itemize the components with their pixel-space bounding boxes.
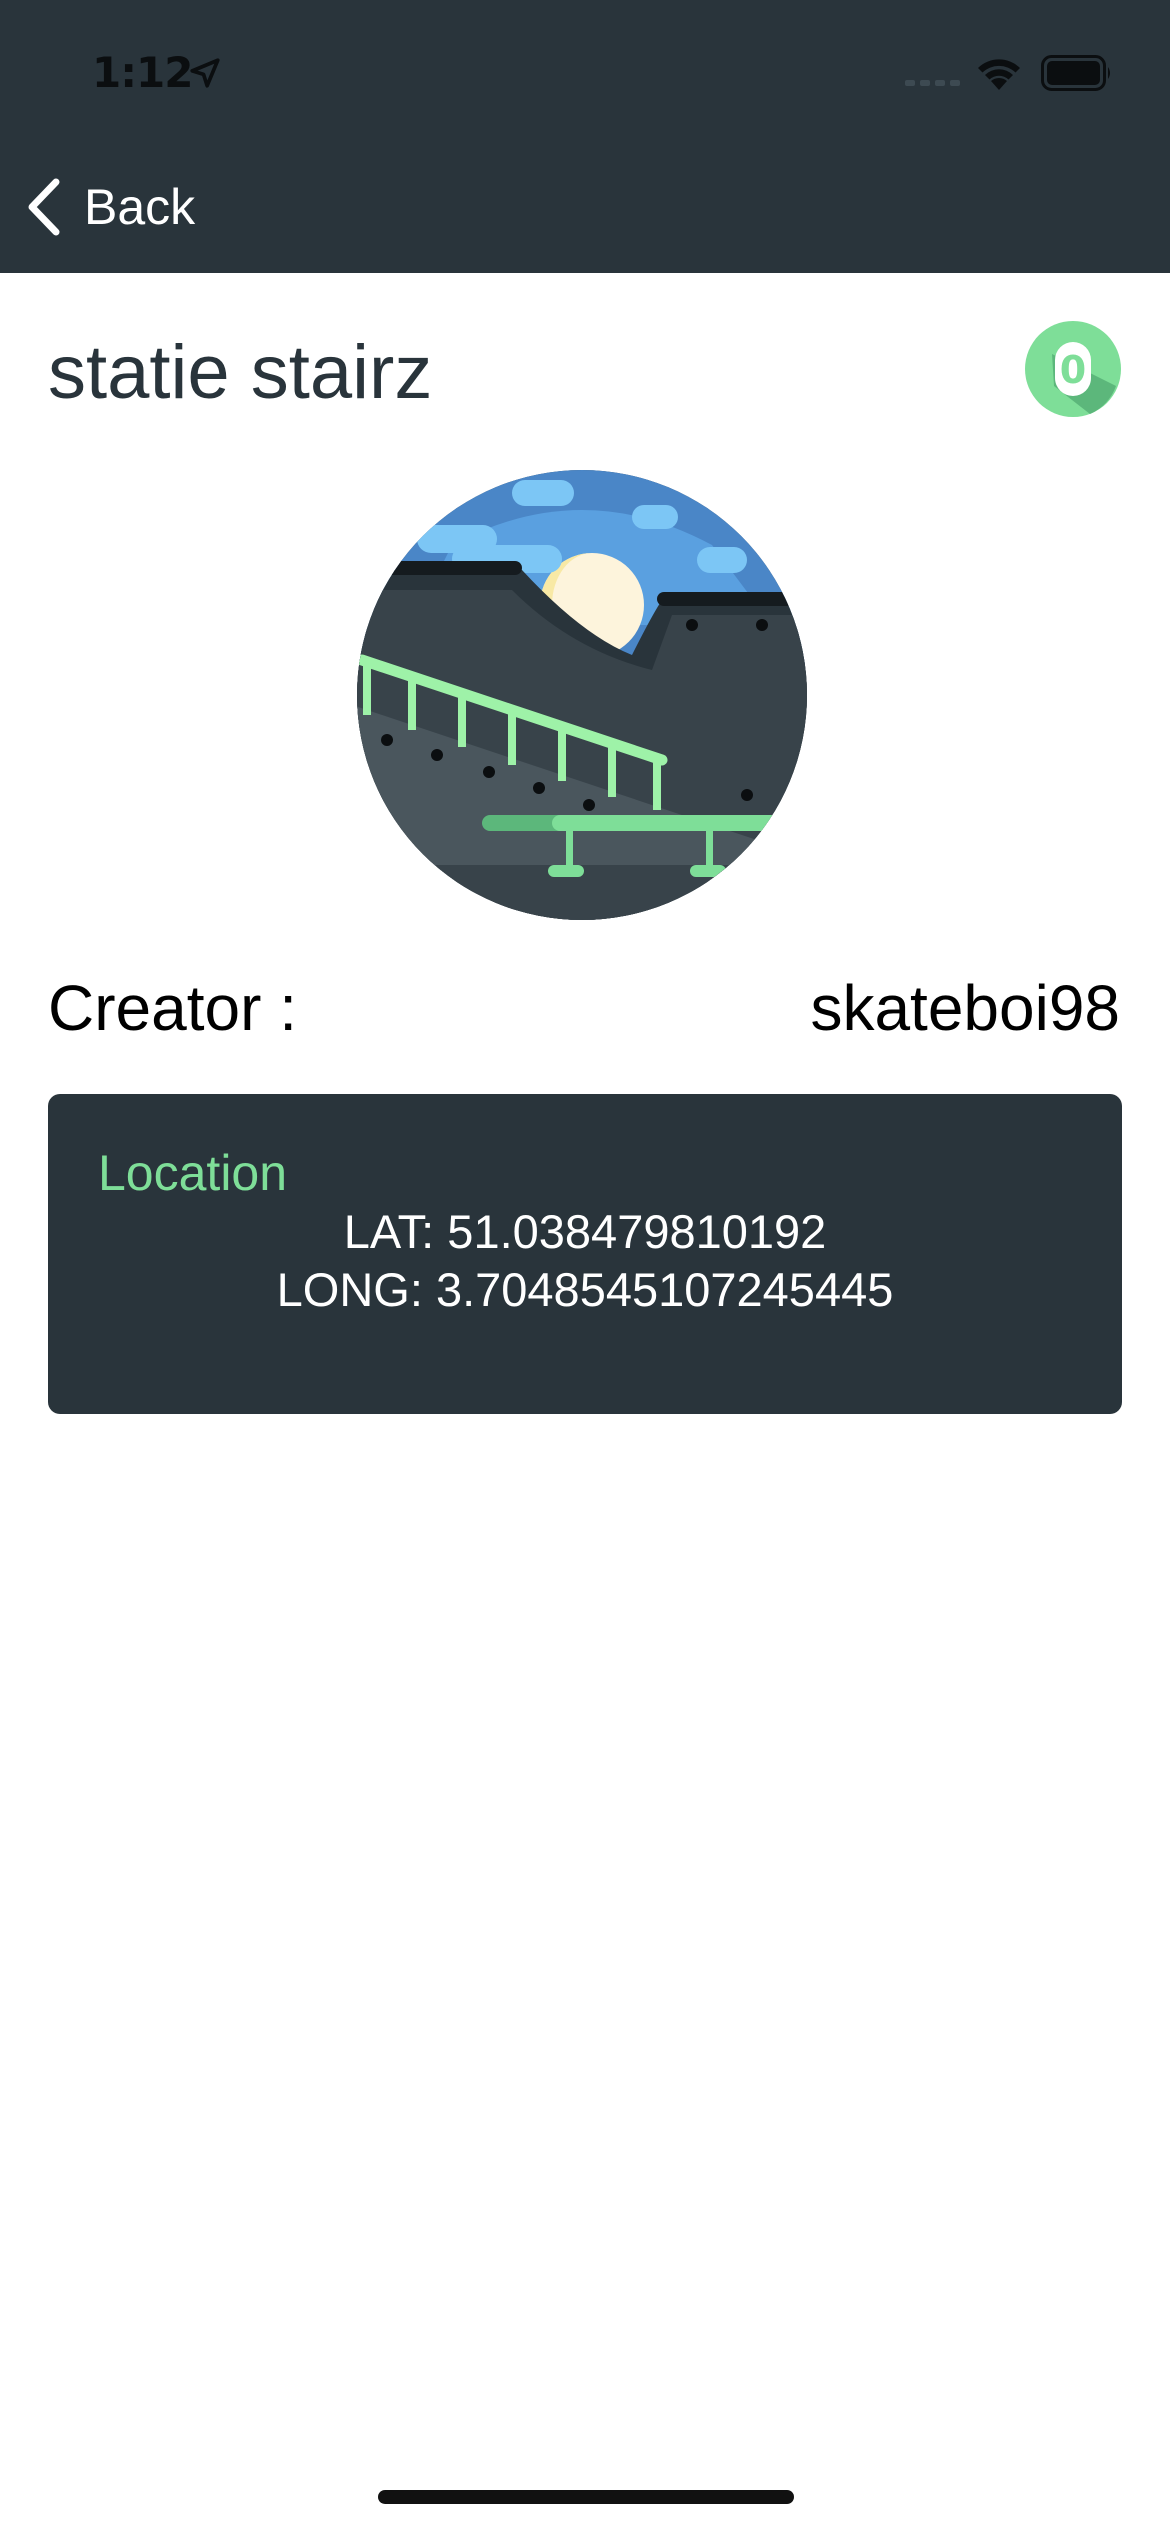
navigation-header: 1:12 Back	[0, 0, 1170, 273]
latitude-text: LAT: 51.038479810192	[343, 1205, 827, 1258]
back-button[interactable]: Back	[22, 172, 195, 242]
battery-icon	[1041, 55, 1110, 91]
status-bar: 1:12	[0, 0, 1170, 150]
status-time: 1:12	[92, 48, 193, 97]
chevron-left-icon	[28, 178, 60, 236]
location-card: Location LAT: 51.038479810192 LONG: 3.70…	[48, 1094, 1122, 1414]
spot-title: statie stairz	[48, 330, 433, 415]
longitude-text: LONG: 3.7048545107245445	[276, 1263, 894, 1316]
cellular-signal-icon	[905, 80, 960, 86]
wifi-icon	[978, 59, 1020, 90]
score-value: 0	[1060, 348, 1086, 392]
creator-label: Creator :	[48, 972, 297, 1044]
creator-value: skateboi98	[810, 972, 1120, 1044]
location-arrow-icon	[190, 58, 220, 88]
score-badge: 0	[1025, 321, 1121, 417]
location-title: Location	[98, 1145, 288, 1201]
creator-row: Creator : skateboi98	[48, 960, 1120, 1056]
home-indicator[interactable]	[378, 2490, 794, 2504]
skatepark-stairs-illustration	[357, 470, 807, 920]
back-label: Back	[84, 179, 196, 235]
